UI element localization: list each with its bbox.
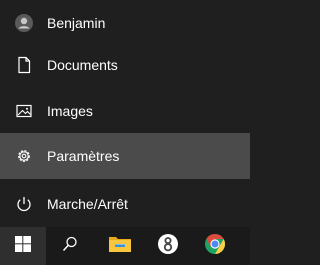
power-icon [14, 194, 34, 214]
start-menu-item-images[interactable]: Images [0, 88, 250, 134]
windows-start-icon [15, 235, 31, 257]
chrome-button[interactable] [192, 227, 238, 265]
search-button[interactable] [47, 227, 93, 265]
user-avatar-icon [14, 13, 34, 33]
start-menu-item-label: Documents [47, 57, 118, 73]
start-menu-item-label: Paramètres [47, 148, 120, 164]
start-menu-item-label: Images [47, 103, 93, 119]
images-icon [14, 101, 34, 121]
start-menu-item-power[interactable]: Marche/Arrêt [0, 181, 250, 227]
file-explorer-icon [107, 233, 133, 260]
file-explorer-button[interactable] [97, 227, 143, 265]
gear-icon [14, 146, 34, 166]
start-button[interactable] [0, 227, 46, 265]
chrome-icon [204, 233, 226, 260]
taskbar [0, 227, 250, 265]
start-menu-item-label: Benjamin [47, 15, 106, 31]
start-menu-item-label: Marche/Arrêt [47, 196, 128, 212]
start-menu-item-documents[interactable]: Documents [0, 42, 250, 88]
start-menu-panel: Benjamin Documents Images Paramètres Mar… [0, 0, 250, 227]
app-8-icon [157, 233, 179, 260]
app-8-button[interactable] [145, 227, 191, 265]
start-menu-item-user[interactable]: Benjamin [0, 0, 250, 46]
start-menu-item-settings[interactable]: Paramètres [0, 133, 250, 179]
search-icon [61, 235, 79, 258]
document-icon [14, 55, 34, 75]
